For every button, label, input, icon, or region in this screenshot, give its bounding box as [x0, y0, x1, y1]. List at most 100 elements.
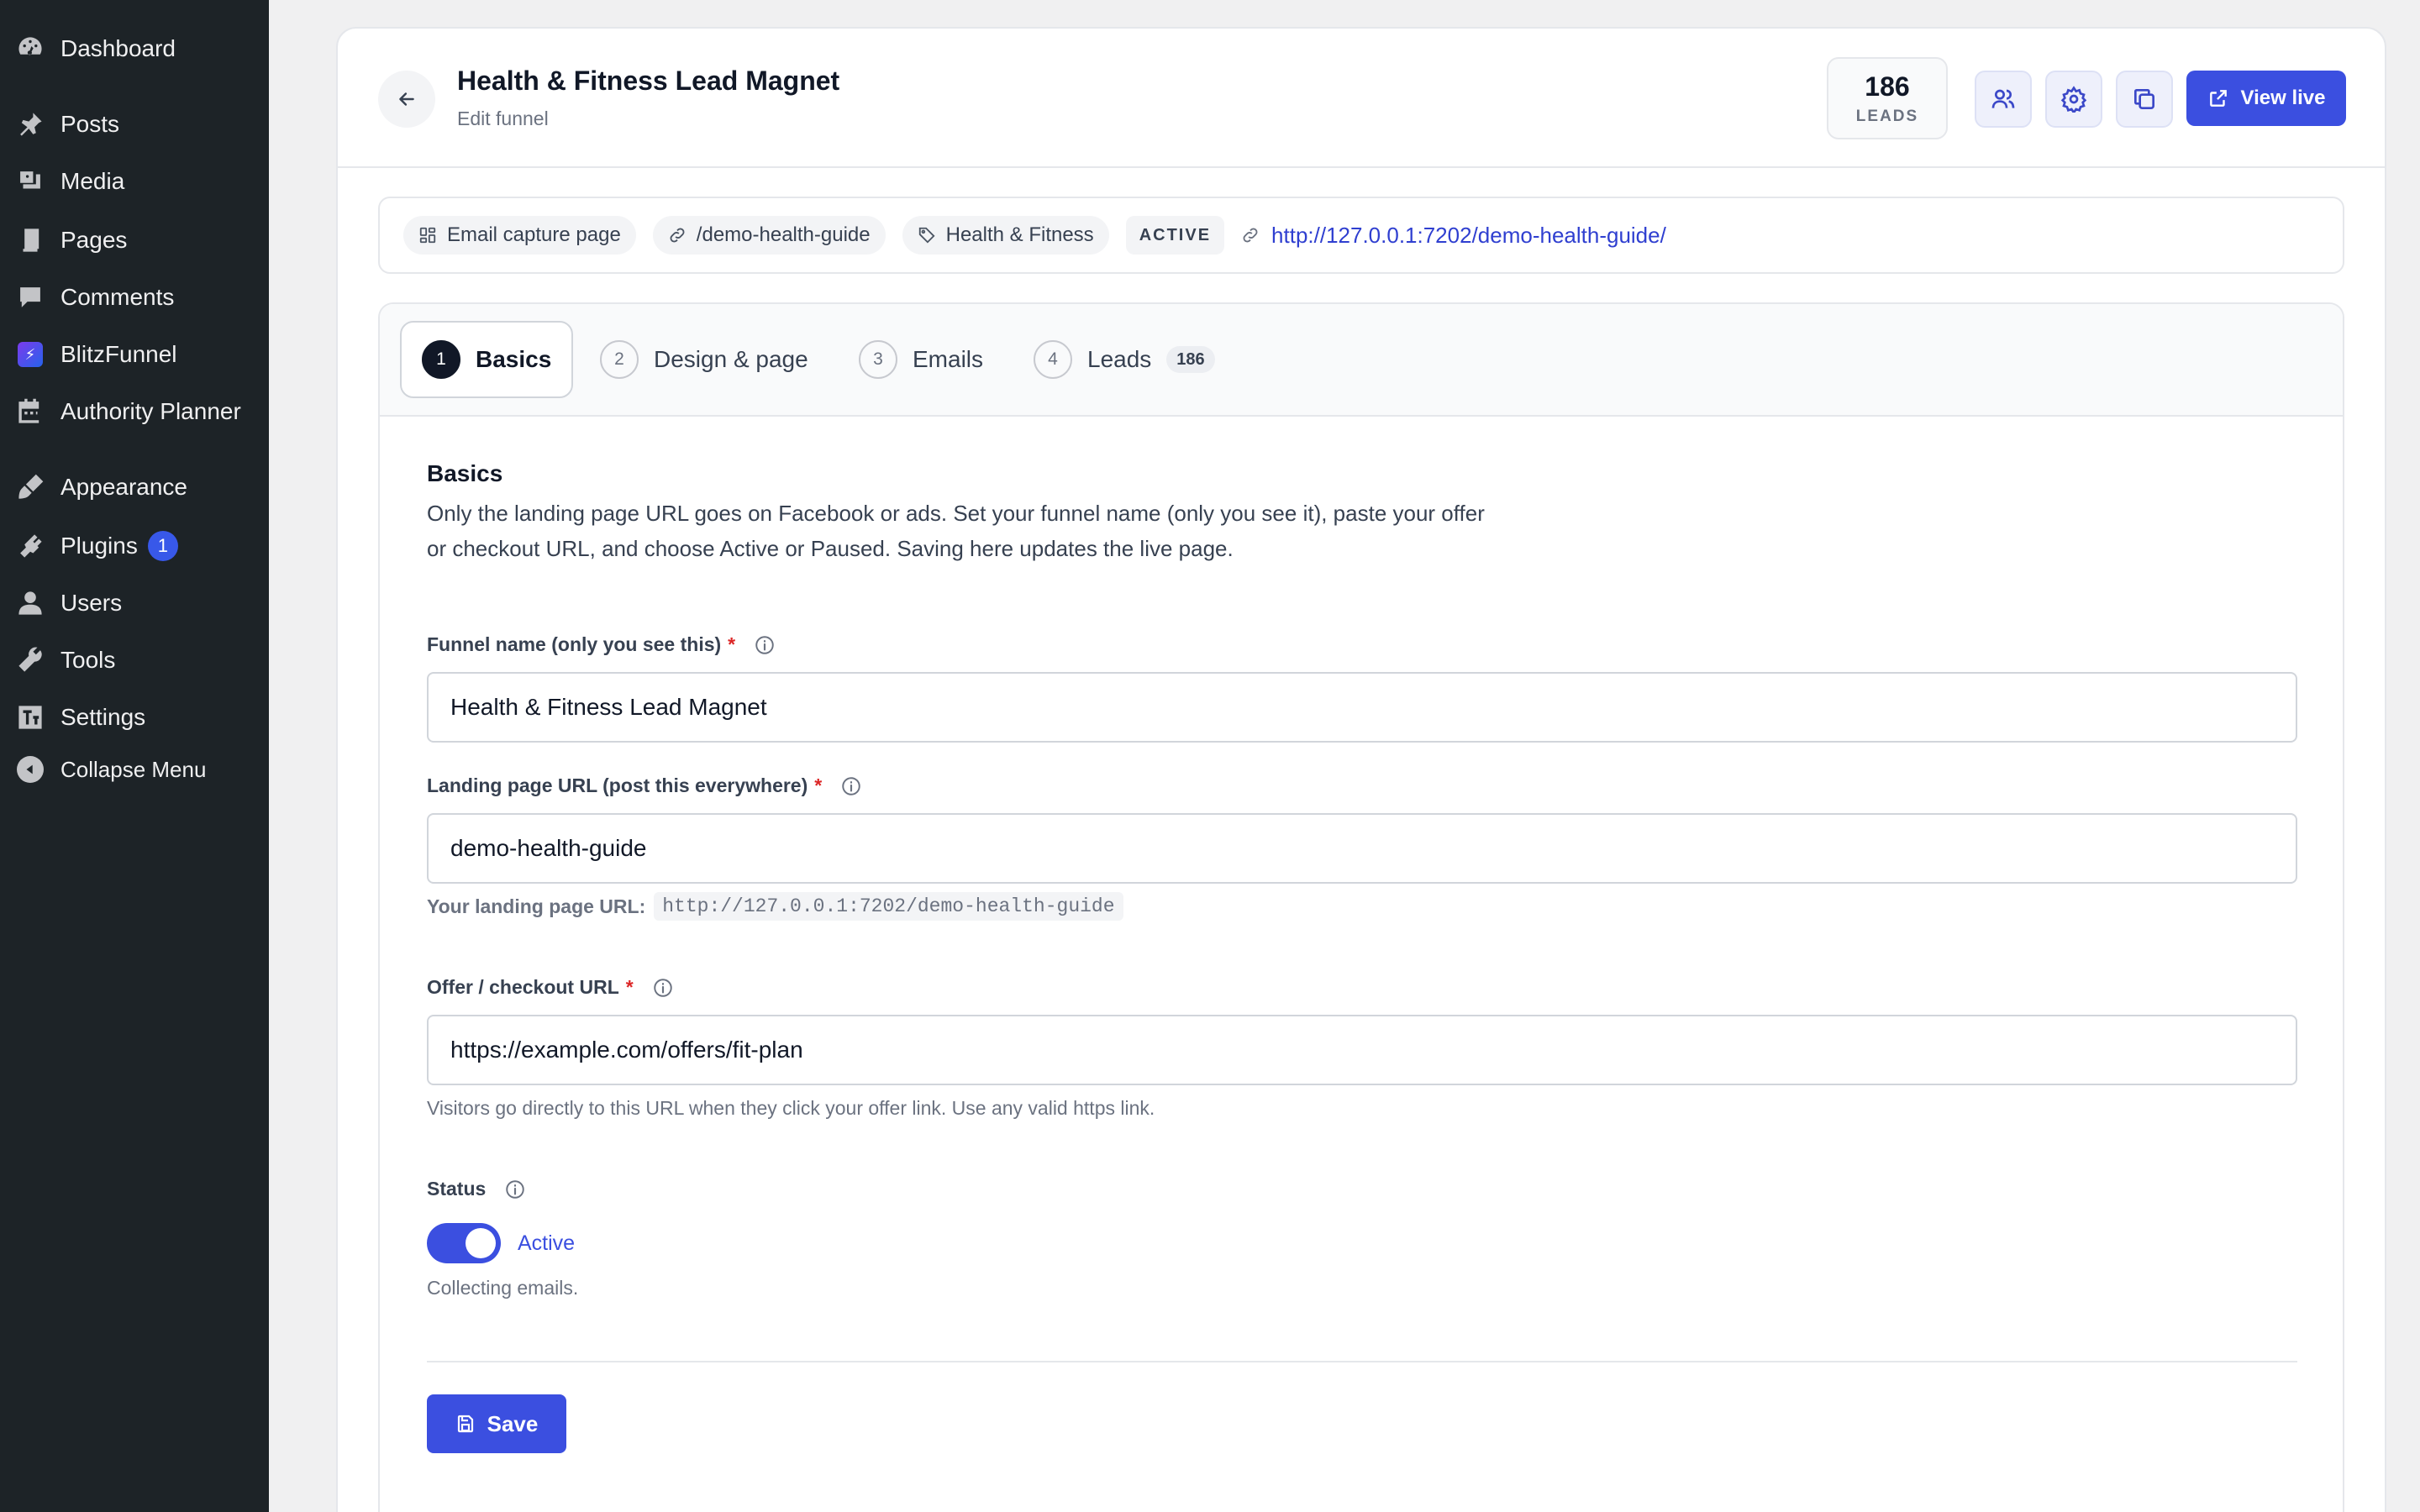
status-label-text: Status: [427, 1178, 487, 1200]
users-icon: [1991, 89, 2015, 108]
slug-chip: /demo-health-guide: [652, 216, 886, 255]
category-label: Health & Fitness: [945, 223, 1094, 246]
sidebar-item-label: Posts: [60, 111, 120, 137]
sidebar-item-settings[interactable]: Settings: [0, 692, 269, 743]
page-type-chip: Email capture page: [403, 216, 636, 255]
sidebar-item-label: Settings: [60, 704, 146, 730]
tab-emails[interactable]: 3 Emails: [859, 321, 983, 398]
duplicate-button[interactable]: [2116, 71, 2173, 128]
offer-url-input[interactable]: [427, 1015, 2297, 1085]
funnel-settings-button[interactable]: [2045, 71, 2102, 128]
funnel-name-label: Funnel name (only you see this) *: [427, 633, 776, 656]
landing-url-input[interactable]: [427, 813, 2297, 884]
info-icon[interactable]: [840, 775, 862, 797]
toggle-knob: [466, 1228, 496, 1258]
sidebar-item-authority-planner[interactable]: Authority Planner: [0, 386, 269, 437]
section-title: Basics: [427, 460, 503, 486]
tab-step-number: 1: [422, 340, 460, 379]
live-url-link[interactable]: http://127.0.0.1:7202/demo-health-guide/: [1241, 223, 1666, 249]
pages-icon: [15, 225, 45, 255]
form-divider: [427, 1361, 2297, 1362]
status-label: Status: [427, 1178, 526, 1200]
info-icon[interactable]: [504, 1179, 526, 1200]
layout-icon: [419, 227, 436, 244]
tab-basics[interactable]: 1 Basics: [400, 321, 574, 398]
status-toggle[interactable]: [427, 1223, 501, 1263]
view-live-button[interactable]: View live: [2186, 71, 2346, 126]
user-icon: [15, 588, 45, 618]
required-asterisk: *: [814, 774, 823, 796]
sidebar-item-label: Dashboard: [60, 35, 176, 61]
landing-url-label: Landing page URL (post this everywhere) …: [427, 774, 862, 797]
sidebar-item-posts[interactable]: Posts: [0, 99, 269, 150]
tab-bar: 1 Basics 2 Design & page 3 Emails 4 Lead…: [380, 304, 2343, 417]
funnel-name-label-text: Funnel name (only you see this): [427, 633, 722, 655]
sidebar-item-label: Users: [60, 590, 123, 616]
sidebar-item-label: Plugins: [60, 533, 138, 559]
section-description: Only the landing page URL goes on Facebo…: [427, 501, 1485, 561]
copy-icon: [2134, 89, 2154, 109]
tab-label: Leads: [1087, 346, 1152, 372]
editor-panel: 1 Basics 2 Design & page 3 Emails 4 Lead…: [378, 302, 2344, 1512]
save-button[interactable]: Save: [427, 1394, 566, 1453]
sidebar-item-tools[interactable]: Tools: [0, 635, 269, 685]
link-icon: [670, 228, 685, 243]
tab-label: Basics: [476, 346, 552, 372]
leads-stat: 186 LEADS: [1827, 57, 1948, 139]
settings-icon: [15, 702, 45, 732]
status-badge: ACTIVE: [1125, 216, 1225, 255]
sidebar-collapse-menu[interactable]: Collapse Menu: [0, 744, 269, 795]
required-asterisk: *: [625, 976, 634, 998]
external-link-icon: [2209, 90, 2227, 107]
leads-users-button[interactable]: [1975, 71, 2032, 128]
category-chip: Health & Fitness: [902, 216, 1109, 255]
leads-label: LEADS: [1855, 107, 1919, 125]
info-icon[interactable]: [754, 634, 776, 656]
tab-label: Design & page: [654, 346, 808, 372]
tag-icon: [918, 227, 935, 244]
sidebar-item-label: Collapse Menu: [60, 756, 207, 782]
collapse-icon: [15, 754, 45, 785]
media-icon: [15, 166, 45, 197]
page-title: Health & Fitness Lead Magnet: [457, 66, 840, 96]
tab-label: Emails: [913, 346, 984, 372]
sidebar-item-label: Appearance: [60, 474, 188, 500]
page-subtitle: Edit funnel: [457, 108, 549, 129]
dashboard-icon: [15, 34, 45, 64]
info-icon[interactable]: [652, 977, 674, 999]
sidebar-item-media[interactable]: Media: [0, 156, 269, 207]
gear-icon: [2060, 86, 2087, 113]
status-toggle-label: Active: [518, 1231, 576, 1255]
landing-url-preview-code: http://127.0.0.1:7202/demo-health-guide: [654, 892, 1123, 921]
header-divider: [338, 166, 2385, 168]
plugins-update-badge: 1: [147, 531, 178, 561]
brush-icon: [15, 472, 45, 502]
sidebar-item-users[interactable]: Users: [0, 578, 269, 628]
view-live-label: View live: [2240, 87, 2326, 109]
sidebar-item-label: Authority Planner: [60, 398, 241, 424]
sidebar-item-label: Tools: [60, 647, 116, 673]
sidebar-item-appearance[interactable]: Appearance: [0, 462, 269, 512]
slug-label: /demo-health-guide: [696, 223, 871, 246]
sidebar-item-plugins[interactable]: Plugins 1: [0, 521, 269, 571]
offer-url-label: Offer / checkout URL *: [427, 976, 674, 999]
funnel-meta-bar: Email capture page /demo-health-guide He…: [378, 197, 2344, 274]
leads-count-badge: 186: [1166, 346, 1215, 373]
save-icon: [457, 1415, 473, 1433]
tab-leads[interactable]: 4 Leads 186: [1034, 321, 1215, 398]
back-button[interactable]: [378, 71, 435, 128]
wrench-icon: [15, 645, 45, 675]
comment-icon: [15, 282, 45, 312]
sidebar-item-pages[interactable]: Pages: [0, 215, 269, 265]
pin-icon: [15, 109, 45, 139]
funnel-name-input[interactable]: [427, 672, 2297, 743]
sidebar-item-blitzfunnel[interactable]: ⚡ BlitzFunnel: [0, 329, 269, 380]
tab-design-page[interactable]: 2 Design & page: [600, 321, 808, 398]
calendar-icon: [15, 396, 45, 427]
sidebar-item-dashboard[interactable]: Dashboard: [0, 24, 269, 74]
sidebar-item-comments[interactable]: Comments: [0, 272, 269, 323]
landing-url-label-text: Landing page URL (post this everywhere): [427, 774, 808, 796]
plugin-icon: [15, 531, 45, 561]
tab-step-number: 3: [859, 340, 897, 379]
blitzfunnel-logo-icon: ⚡: [15, 339, 45, 370]
